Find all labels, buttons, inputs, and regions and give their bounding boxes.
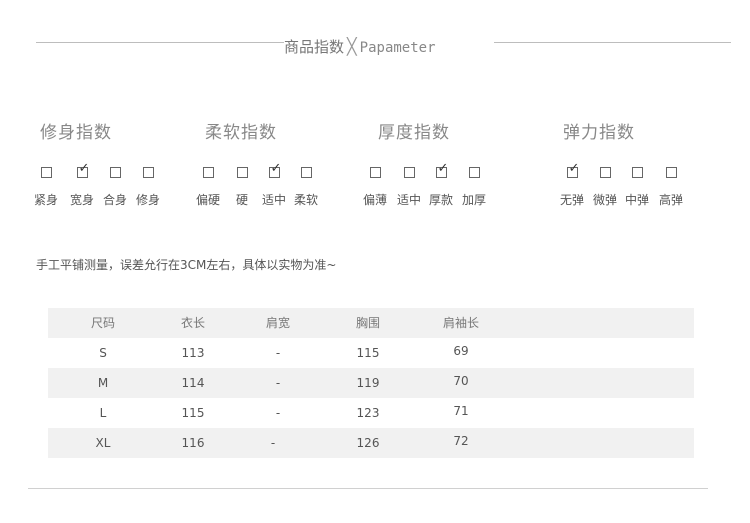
check-icon: ✓ [270, 161, 282, 176]
checkbox [236, 167, 248, 178]
check-icon: ✓ [437, 161, 449, 176]
index-option: 柔软 [286, 167, 326, 208]
measurement-note: 手工平铺测量，误差允行在3CM左右，具体以实物为准~ [36, 258, 337, 272]
table-cell: M [97, 376, 109, 390]
index-option: 加厚 [454, 167, 494, 208]
index-title: 弹力指数 [563, 123, 635, 143]
table-cell: XL [95, 436, 111, 450]
index-title: 厚度指数 [378, 123, 450, 143]
section-title: 商品指数 ╳ Papameter [284, 36, 494, 59]
table-row: L 115 - 123 71 [48, 398, 694, 428]
check-icon: ✓ [78, 161, 90, 176]
index-group-elasticity: 弹力指数 ✓ 无弹 微弹 中弹 高弹 [560, 118, 683, 207]
checkbox [109, 167, 121, 178]
table-cell: 115 [356, 346, 380, 360]
table-row: S 113 - 115 69 [48, 338, 694, 368]
table-cell: 71 [453, 404, 469, 418]
table-cell: - [270, 436, 276, 450]
table-cell: - [275, 406, 281, 420]
option-label: 加厚 [461, 193, 486, 207]
table-cell: 119 [356, 376, 380, 390]
header-rule-right [478, 42, 731, 43]
column-header: 尺码 [90, 316, 115, 330]
checkbox-checked: ✓ [435, 162, 448, 178]
option-label: 柔软 [293, 193, 318, 207]
check-icon: ✓ [568, 161, 580, 176]
checkbox [369, 167, 381, 178]
checkbox-checked: ✓ [268, 162, 281, 178]
checkbox [142, 167, 154, 178]
section-title-en: Papameter [359, 40, 436, 56]
checkbox [40, 167, 52, 178]
option-label: 修身 [135, 193, 160, 207]
table-cell: 115 [181, 406, 205, 420]
column-header: 胸围 [355, 316, 380, 330]
checkbox [599, 167, 611, 178]
header-rule-left [36, 42, 286, 43]
column-header: 肩袖长 [442, 316, 479, 330]
table-cell: 114 [181, 376, 205, 390]
checkbox [468, 167, 480, 178]
table-cell: 70 [453, 374, 469, 388]
index-title: 修身指数 [40, 123, 112, 143]
table-header-row: 尺码 衣长 肩宽 胸围 肩袖长 [48, 308, 694, 338]
table-cell: - [275, 346, 281, 360]
column-header: 衣长 [180, 316, 205, 330]
table-cell: S [99, 346, 107, 360]
table-row: M 114 - 119 70 [48, 368, 694, 398]
column-header: 肩宽 [265, 316, 290, 330]
checkbox [403, 167, 415, 178]
index-title: 柔软指数 [205, 123, 277, 143]
table-cell: 72 [453, 434, 469, 448]
option-label: 紧身 [33, 193, 58, 207]
index-group-fit: 修身指数 紧身 ✓ 宽身 合身 修身 [34, 118, 160, 207]
table-cell: 123 [356, 406, 380, 420]
index-option: 紧身 [26, 167, 66, 208]
checkbox [300, 167, 312, 178]
table-cell: 113 [181, 346, 205, 360]
table-row: XL 116 - 126 72 [48, 428, 694, 458]
table-cell: - [275, 376, 281, 390]
section-title-cn: 商品指数 [284, 38, 345, 56]
table-cell: 126 [356, 436, 380, 450]
index-option: 修身 [128, 167, 168, 208]
index-option: 高弹 [651, 167, 691, 208]
checkbox [665, 167, 677, 178]
table-cell: 69 [453, 344, 469, 358]
footer-rule [28, 488, 708, 489]
table-cell: L [99, 406, 107, 420]
checkbox [202, 167, 214, 178]
size-table: 尺码 衣长 肩宽 胸围 肩袖长 S 113 - 115 69 M 114 - 1… [48, 308, 694, 458]
checkbox-checked: ✓ [76, 162, 89, 178]
index-group-thickness: 厚度指数 偏薄 适中 ✓ 厚款 加厚 [363, 118, 486, 207]
index-group-softness: 柔软指数 偏硬 硬 ✓ 适中 柔软 [196, 118, 318, 207]
cross-icon: ╳ [347, 37, 357, 56]
checkbox [631, 167, 643, 178]
checkbox-checked: ✓ [566, 162, 579, 178]
table-cell: 116 [181, 436, 205, 450]
option-label: 高弹 [658, 193, 683, 207]
